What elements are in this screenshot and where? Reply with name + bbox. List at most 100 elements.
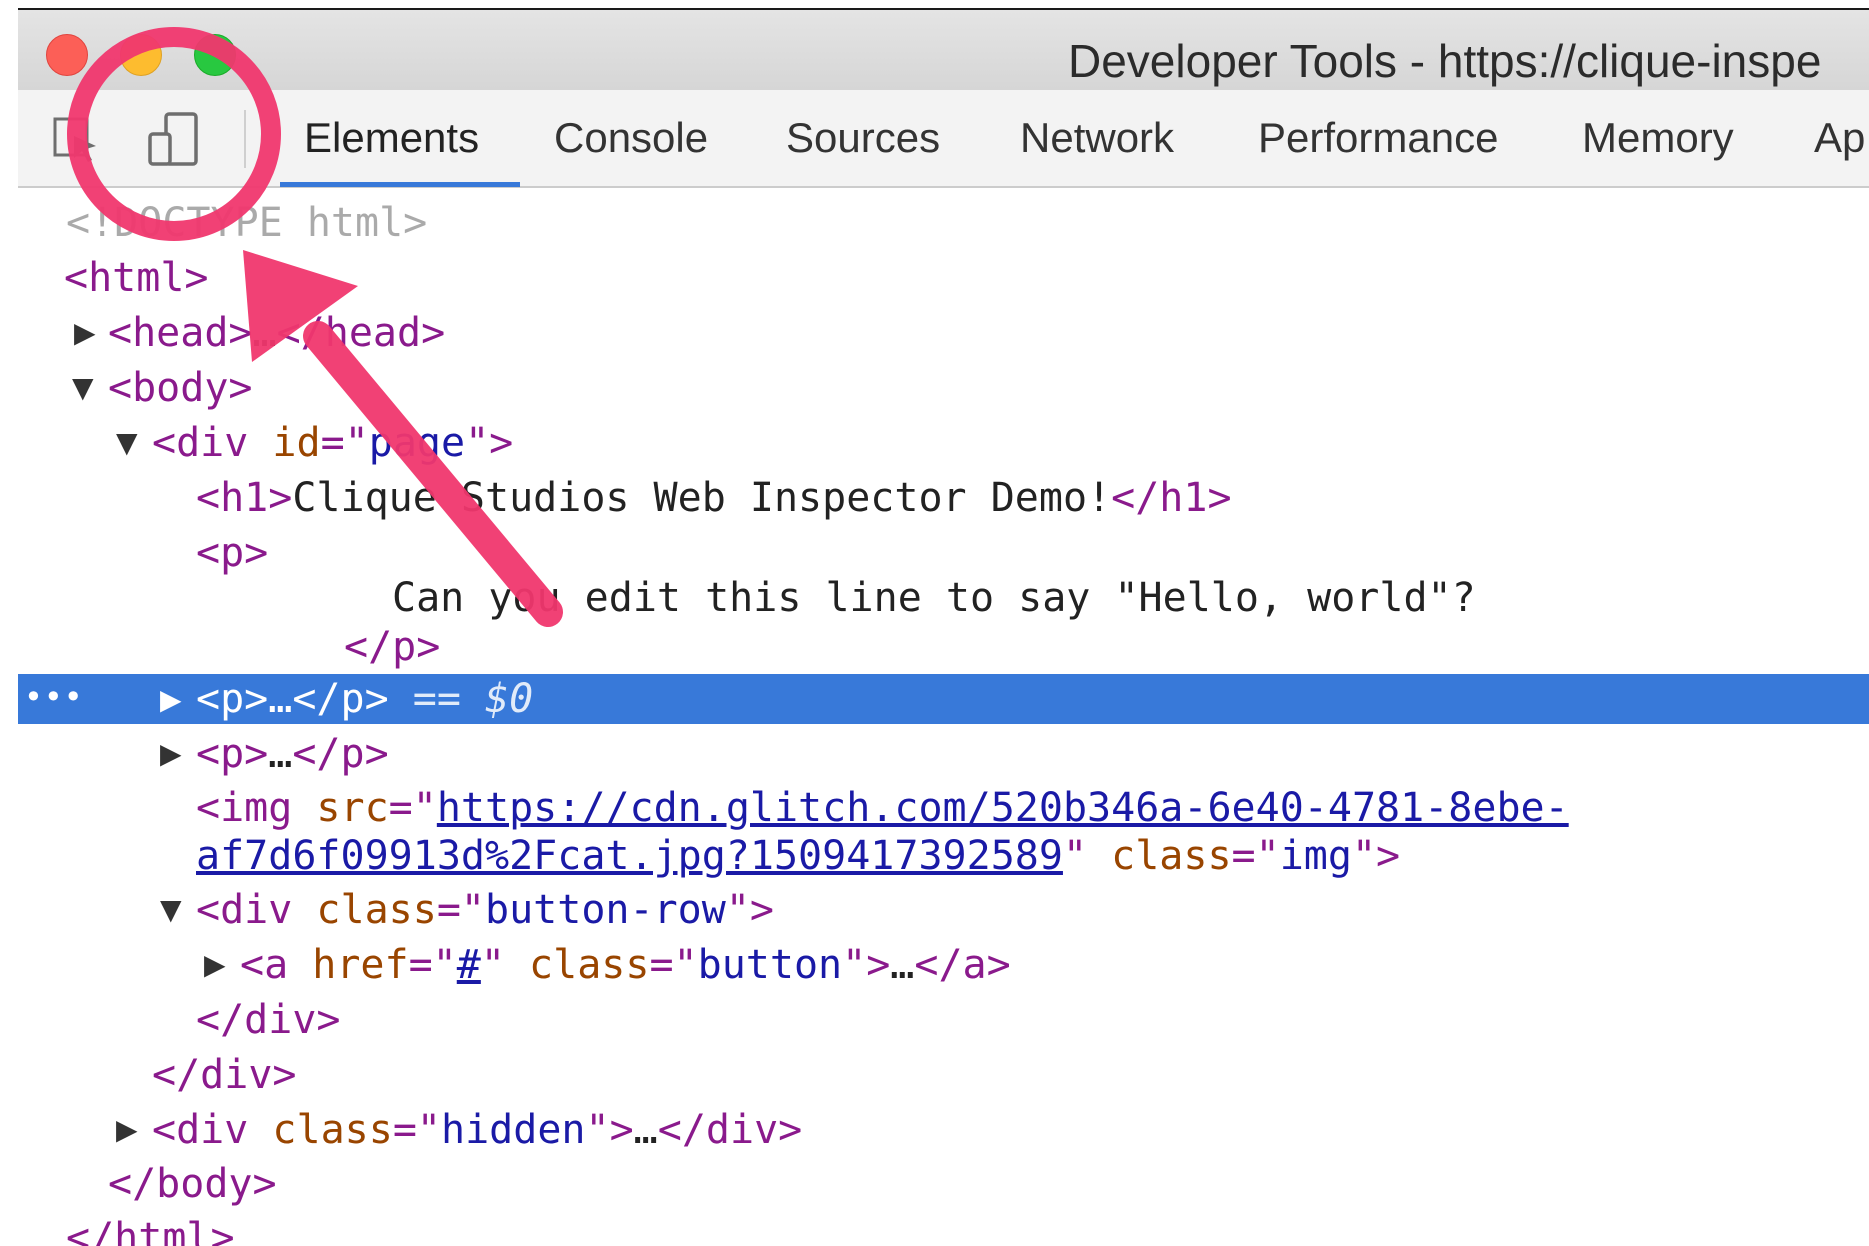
html-close-tag: </html> <box>66 1215 235 1246</box>
html-close-line[interactable]: </html> <box>66 1214 235 1246</box>
attr-eq: =" <box>392 1107 441 1153</box>
attr-name: class <box>292 887 437 933</box>
more-options-icon[interactable]: ••• <box>24 678 84 716</box>
div-close-tag: </div> <box>152 1052 297 1098</box>
top-strip <box>0 0 1869 8</box>
div-close-tag: </div> <box>196 997 341 1043</box>
collapse-triangle-icon[interactable]: ▼ <box>116 426 138 459</box>
tab-console[interactable]: Console <box>554 114 708 162</box>
attr-value: button-row <box>485 887 726 933</box>
h1-open-tag: <h1> <box>196 475 293 521</box>
p-text: Can you edit this line to say "Hello, wo… <box>392 575 1476 621</box>
expand-triangle-icon[interactable]: ▶ <box>74 316 96 349</box>
class-attr-name: class <box>504 942 650 988</box>
p-open-line[interactable]: <p> <box>196 529 268 577</box>
p-close-tag: </p> <box>292 676 389 722</box>
div-button-row-line[interactable]: <div class="button-row"> <box>196 886 774 934</box>
collapse-triangle-icon[interactable]: ▼ <box>160 893 182 926</box>
active-tab-indicator <box>280 182 520 187</box>
div-hidden-line[interactable]: <div class="hidden">…</div> <box>152 1106 802 1154</box>
attr-eq: =" <box>388 785 437 831</box>
html-open-line[interactable]: <html> <box>64 254 209 302</box>
head-close-tag: </head> <box>276 310 446 356</box>
expand-triangle-icon[interactable]: ▶ <box>160 683 182 716</box>
img-src-link[interactable]: https://cdn.glitch.com/520b346a-6e40-478… <box>437 785 1569 831</box>
img-tag: <img <box>196 785 293 831</box>
devtools-window: Developer Tools - https://clique-inspe E… <box>0 0 1869 1246</box>
div-ellipsis: … <box>633 1107 658 1153</box>
inspect-element-icon[interactable] <box>52 116 100 164</box>
body-open-tag: <body> <box>108 365 253 411</box>
p-close-tag: </p> <box>344 624 441 670</box>
a-button-line[interactable]: <a href="#" class="button">…</a> <box>240 941 1011 989</box>
tag-end: "> <box>842 942 891 988</box>
expand-triangle-icon[interactable]: ▶ <box>204 948 226 981</box>
img-src-link-cont[interactable]: af7d6f09913d%2Fcat.jpg?1509417392589 <box>196 833 1063 879</box>
body-open-line[interactable]: <body> <box>108 364 253 412</box>
class-attr-value: button <box>697 942 843 988</box>
collapse-triangle-icon[interactable]: ▼ <box>72 371 94 404</box>
src-attr-name: src <box>292 785 389 831</box>
div-page-line[interactable]: <div id="page"> <box>152 419 513 467</box>
href-link[interactable]: # <box>457 942 481 988</box>
close-window-button[interactable] <box>46 34 88 76</box>
head-open-tag: <head> <box>108 310 253 356</box>
expand-triangle-icon[interactable]: ▶ <box>160 737 182 770</box>
tag-end: "> <box>585 1107 634 1153</box>
attr-quote: " <box>1062 833 1088 879</box>
doctype-text: <!DOCTYPE html> <box>66 200 428 246</box>
tag-end: "> <box>1351 833 1401 879</box>
toolbar-divider <box>244 110 246 168</box>
head-line[interactable]: <head>…</head> <box>108 309 445 357</box>
tab-network[interactable]: Network <box>1020 114 1174 162</box>
expand-triangle-icon[interactable]: ▶ <box>116 1113 138 1146</box>
p-close-tag: </p> <box>292 731 389 777</box>
tab-application[interactable]: Ap <box>1814 114 1865 162</box>
attr-eq: =" <box>1231 833 1280 879</box>
h1-text: Clique Studios Web Inspector Demo! <box>292 475 1112 521</box>
body-close-tag: </body> <box>108 1161 277 1207</box>
class-attr-name: class <box>1087 833 1232 879</box>
tab-memory[interactable]: Memory <box>1582 114 1734 162</box>
div-close-tag: </div> <box>657 1107 803 1153</box>
tag-end: "> <box>725 887 774 933</box>
attr-name: class <box>248 1107 393 1153</box>
doctype-line[interactable]: <!DOCTYPE html> <box>66 199 427 247</box>
div-close-line[interactable]: </div> <box>152 1051 297 1099</box>
attr-value: hidden <box>441 1107 586 1153</box>
device-toolbar-icon[interactable] <box>144 110 204 170</box>
attr-value: page <box>368 420 466 466</box>
div-tag: <div <box>196 887 293 933</box>
p-collapsed-line[interactable]: <p>…</p> <box>196 730 389 778</box>
window-title: Developer Tools - https://clique-inspe <box>1068 35 1822 87</box>
p-close-line[interactable]: </p> <box>344 623 440 671</box>
a-tag: <a <box>240 942 289 988</box>
tab-sources[interactable]: Sources <box>786 114 940 162</box>
class-attr-value: img <box>1279 833 1352 879</box>
attr-eq: =" <box>408 942 457 988</box>
body-close-line[interactable]: </body> <box>108 1160 277 1208</box>
h1-close-tag: </h1> <box>1111 475 1232 521</box>
head-ellipsis: … <box>252 310 277 356</box>
div-tag: <div <box>152 1107 249 1153</box>
a-ellipsis: … <box>890 942 915 988</box>
p-open-tag: <p> <box>196 676 269 722</box>
console-ref-marker: == $0 <box>388 676 534 722</box>
h1-line[interactable]: <h1>Clique Studios Web Inspector Demo!</… <box>196 474 1232 522</box>
title-bar: Developer Tools - https://clique-inspe <box>18 8 1869 90</box>
p-ellipsis: … <box>268 676 293 722</box>
p-text-line[interactable]: Can you edit this line to say "Hello, wo… <box>392 574 1476 622</box>
attr-eq: =" <box>436 887 485 933</box>
maximize-window-button[interactable] <box>194 34 236 76</box>
img-line[interactable]: <img src="https://cdn.glitch.com/520b346… <box>196 784 1569 832</box>
attr-quote: " <box>480 942 505 988</box>
p-ellipsis: … <box>268 731 293 777</box>
tab-performance[interactable]: Performance <box>1258 114 1498 162</box>
tab-elements[interactable]: Elements <box>304 114 479 162</box>
selected-p-line[interactable]: <p>…</p> == $0 <box>196 675 533 723</box>
href-attr-name: href <box>288 942 409 988</box>
minimize-window-button[interactable] <box>120 34 162 76</box>
img-line-cont[interactable]: af7d6f09913d%2Fcat.jpg?1509417392589" cl… <box>196 832 1400 880</box>
div-close-line[interactable]: </div> <box>196 996 341 1044</box>
attr-name: id <box>248 420 321 466</box>
